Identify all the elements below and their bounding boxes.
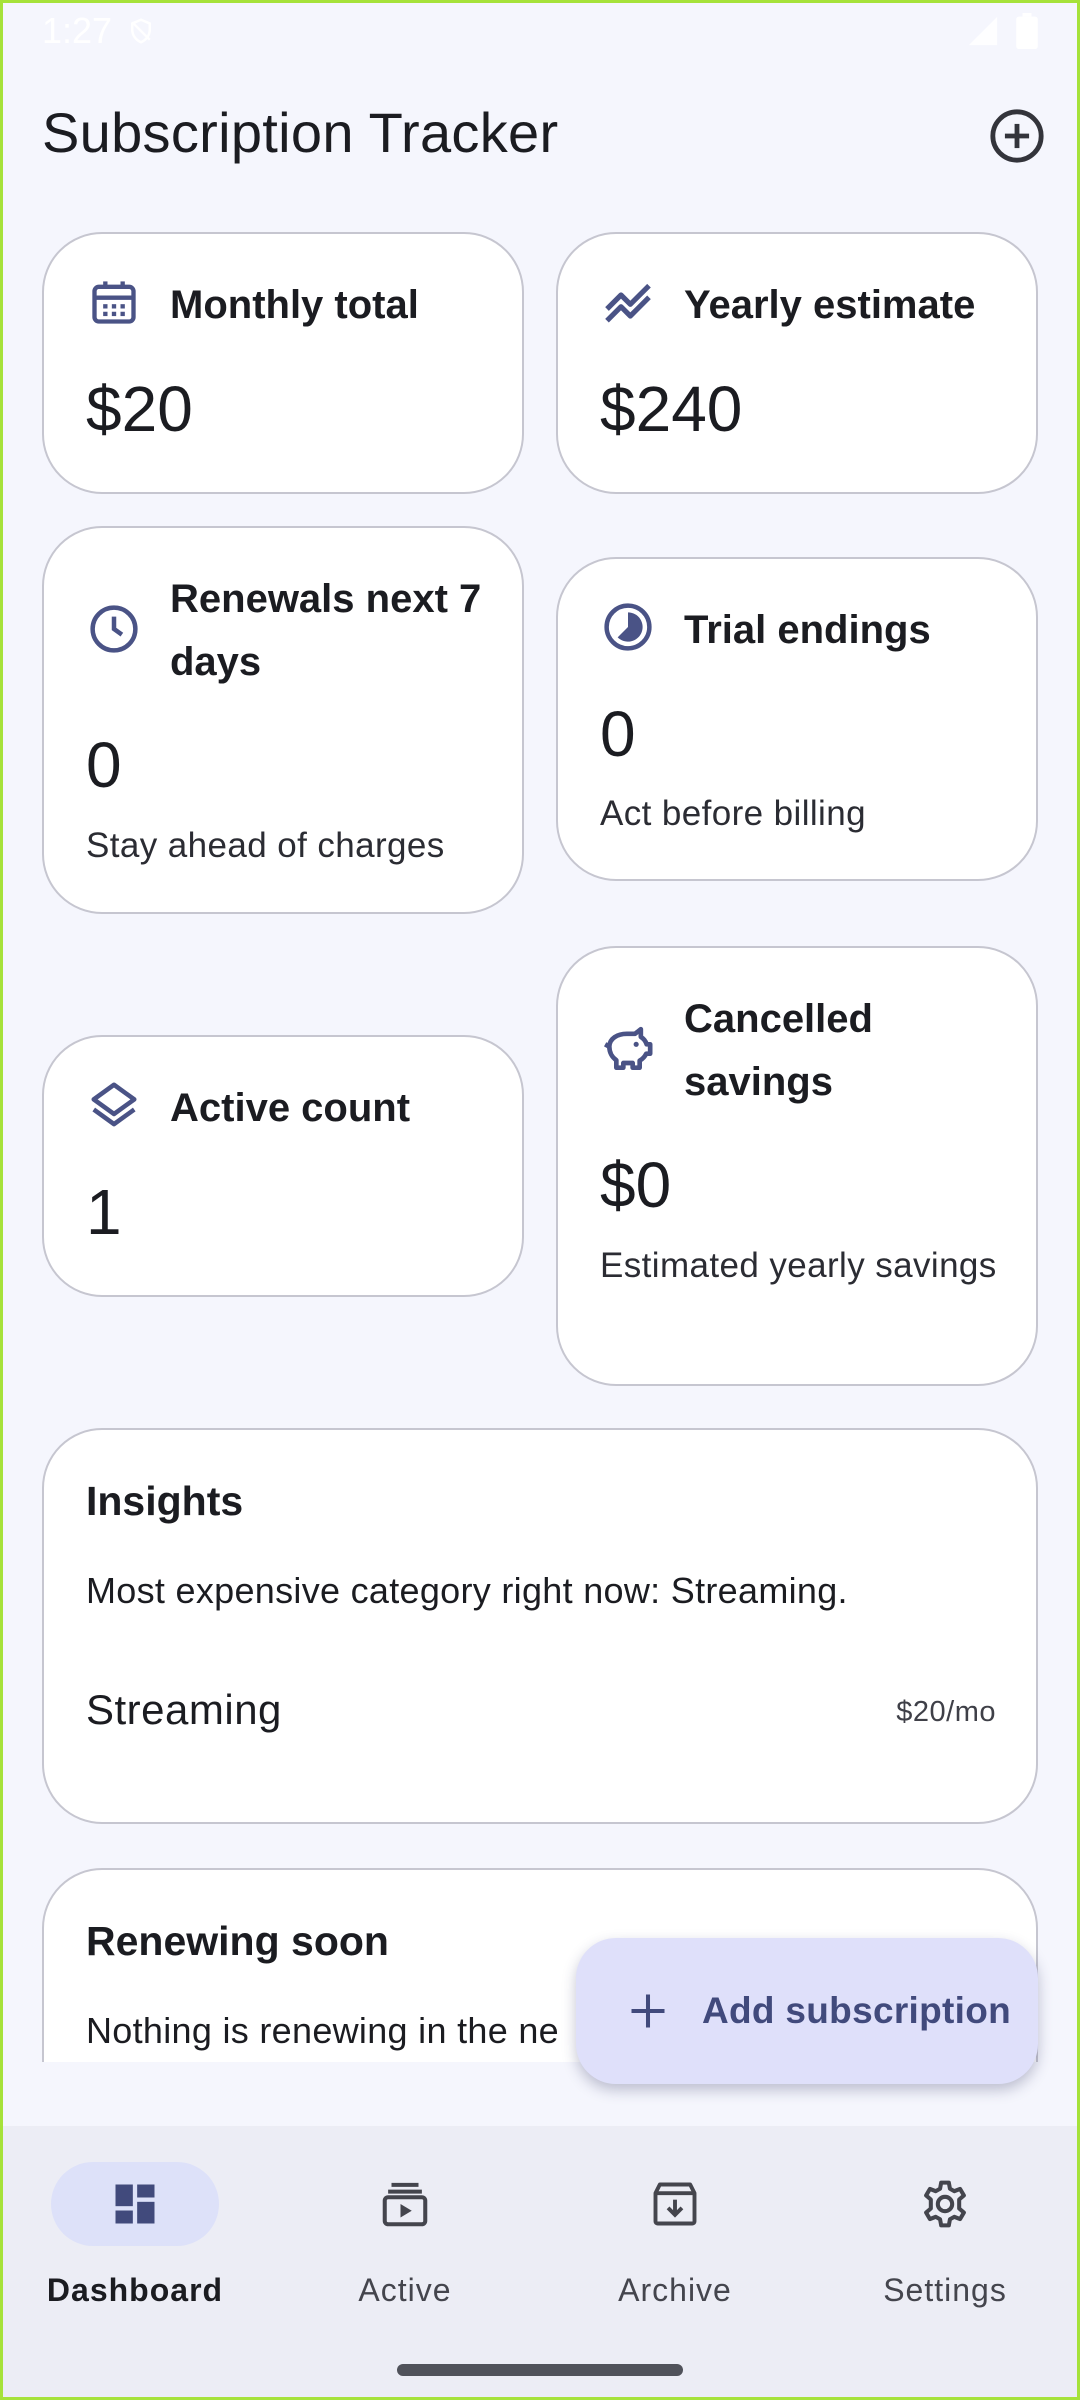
clock-icon bbox=[86, 601, 142, 657]
card-subtitle: Estimated yearly savings bbox=[600, 1246, 997, 1285]
insight-category-label: Streaming bbox=[86, 1686, 282, 1733]
trial-endings-card[interactable]: Trial endings 0 Act before billing bbox=[556, 557, 1038, 881]
status-time-text: 1:27 bbox=[42, 10, 113, 51]
card-title: Cancelled savings bbox=[684, 997, 873, 1104]
status-icons bbox=[966, 13, 1038, 49]
bottom-navigation: Dashboard Active Archive Settings bbox=[0, 2126, 1080, 2400]
card-value: 0 bbox=[86, 729, 122, 801]
add-subscription-header-button[interactable] bbox=[988, 107, 1046, 165]
nav-active-indicator bbox=[51, 2162, 219, 2246]
calendar-icon bbox=[86, 274, 142, 330]
nav-label: Archive bbox=[618, 2272, 732, 2308]
nav-icon-container bbox=[861, 2162, 1029, 2246]
page-title: Subscription Tracker bbox=[42, 101, 559, 164]
card-subtitle: Stay ahead of charges bbox=[86, 826, 445, 865]
card-value: $240 bbox=[600, 373, 743, 445]
insights-text: Most expensive category right now: Strea… bbox=[86, 1570, 848, 1611]
card-title: Trial endings bbox=[684, 608, 931, 652]
cancelled-savings-card[interactable]: Cancelled savings $0 Estimated yearly sa… bbox=[556, 946, 1038, 1386]
nav-label: Dashboard bbox=[46, 2272, 224, 2308]
insights-title: Insights bbox=[86, 1478, 244, 1524]
status-time: 1:27 bbox=[42, 10, 156, 52]
insight-category-value: $20/mo bbox=[896, 1696, 996, 1728]
gear-icon bbox=[924, 2180, 966, 2228]
renewing-soon-text: Nothing is renewing in the ne bbox=[86, 2010, 559, 2051]
archive-icon bbox=[653, 2182, 697, 2226]
layers-icon bbox=[86, 1077, 142, 1133]
card-title: Yearly estimate bbox=[684, 283, 976, 327]
dashboard-icon bbox=[115, 2184, 155, 2224]
card-title: Active count bbox=[170, 1086, 411, 1130]
add-subscription-fab[interactable]: Add subscription bbox=[576, 1938, 1038, 2084]
card-value: $20 bbox=[86, 373, 193, 445]
plus-icon bbox=[631, 1994, 665, 2028]
nav-icon-container bbox=[591, 2162, 759, 2246]
timelapse-icon bbox=[600, 599, 656, 655]
subscriptions-icon bbox=[382, 2182, 428, 2227]
nav-label: Settings bbox=[883, 2272, 1007, 2308]
yearly-estimate-card[interactable]: Yearly estimate $240 bbox=[556, 232, 1038, 494]
status-bar: 1:27 bbox=[0, 0, 1080, 62]
card-value: 0 bbox=[600, 698, 636, 770]
home-indicator[interactable] bbox=[397, 2364, 683, 2376]
card-value: 1 bbox=[86, 1176, 122, 1248]
nav-item-settings[interactable]: Settings bbox=[810, 2162, 1080, 2312]
nav-item-dashboard[interactable]: Dashboard bbox=[0, 2162, 270, 2312]
active-count-card[interactable]: Active count 1 bbox=[42, 1035, 524, 1297]
trending-up-icon bbox=[600, 274, 656, 330]
nav-icon-container bbox=[321, 2162, 489, 2246]
insights-card: Insights Most expensive category right n… bbox=[42, 1428, 1038, 1824]
card-title: Renewals next 7 days bbox=[170, 577, 482, 684]
renewing-soon-title: Renewing soon bbox=[86, 1918, 389, 1964]
battery-icon bbox=[1016, 13, 1038, 49]
fab-label: Add subscription bbox=[702, 1990, 1012, 2031]
renewals-card[interactable]: Renewals next 7 days 0 Stay ahead of cha… bbox=[42, 526, 524, 914]
nav-item-active[interactable]: Active bbox=[270, 2162, 540, 2312]
do-not-disturb-icon bbox=[131, 18, 152, 44]
monthly-total-card[interactable]: Monthly total $20 bbox=[42, 232, 524, 494]
card-subtitle: Act before billing bbox=[600, 794, 866, 833]
add-circle-icon bbox=[990, 109, 1044, 163]
nav-item-archive[interactable]: Archive bbox=[540, 2162, 810, 2312]
card-title: Monthly total bbox=[170, 283, 419, 327]
signal-icon bbox=[968, 16, 998, 46]
card-value: $0 bbox=[600, 1149, 672, 1221]
nav-label: Active bbox=[358, 2272, 452, 2308]
piggy-bank-icon bbox=[600, 1021, 656, 1077]
